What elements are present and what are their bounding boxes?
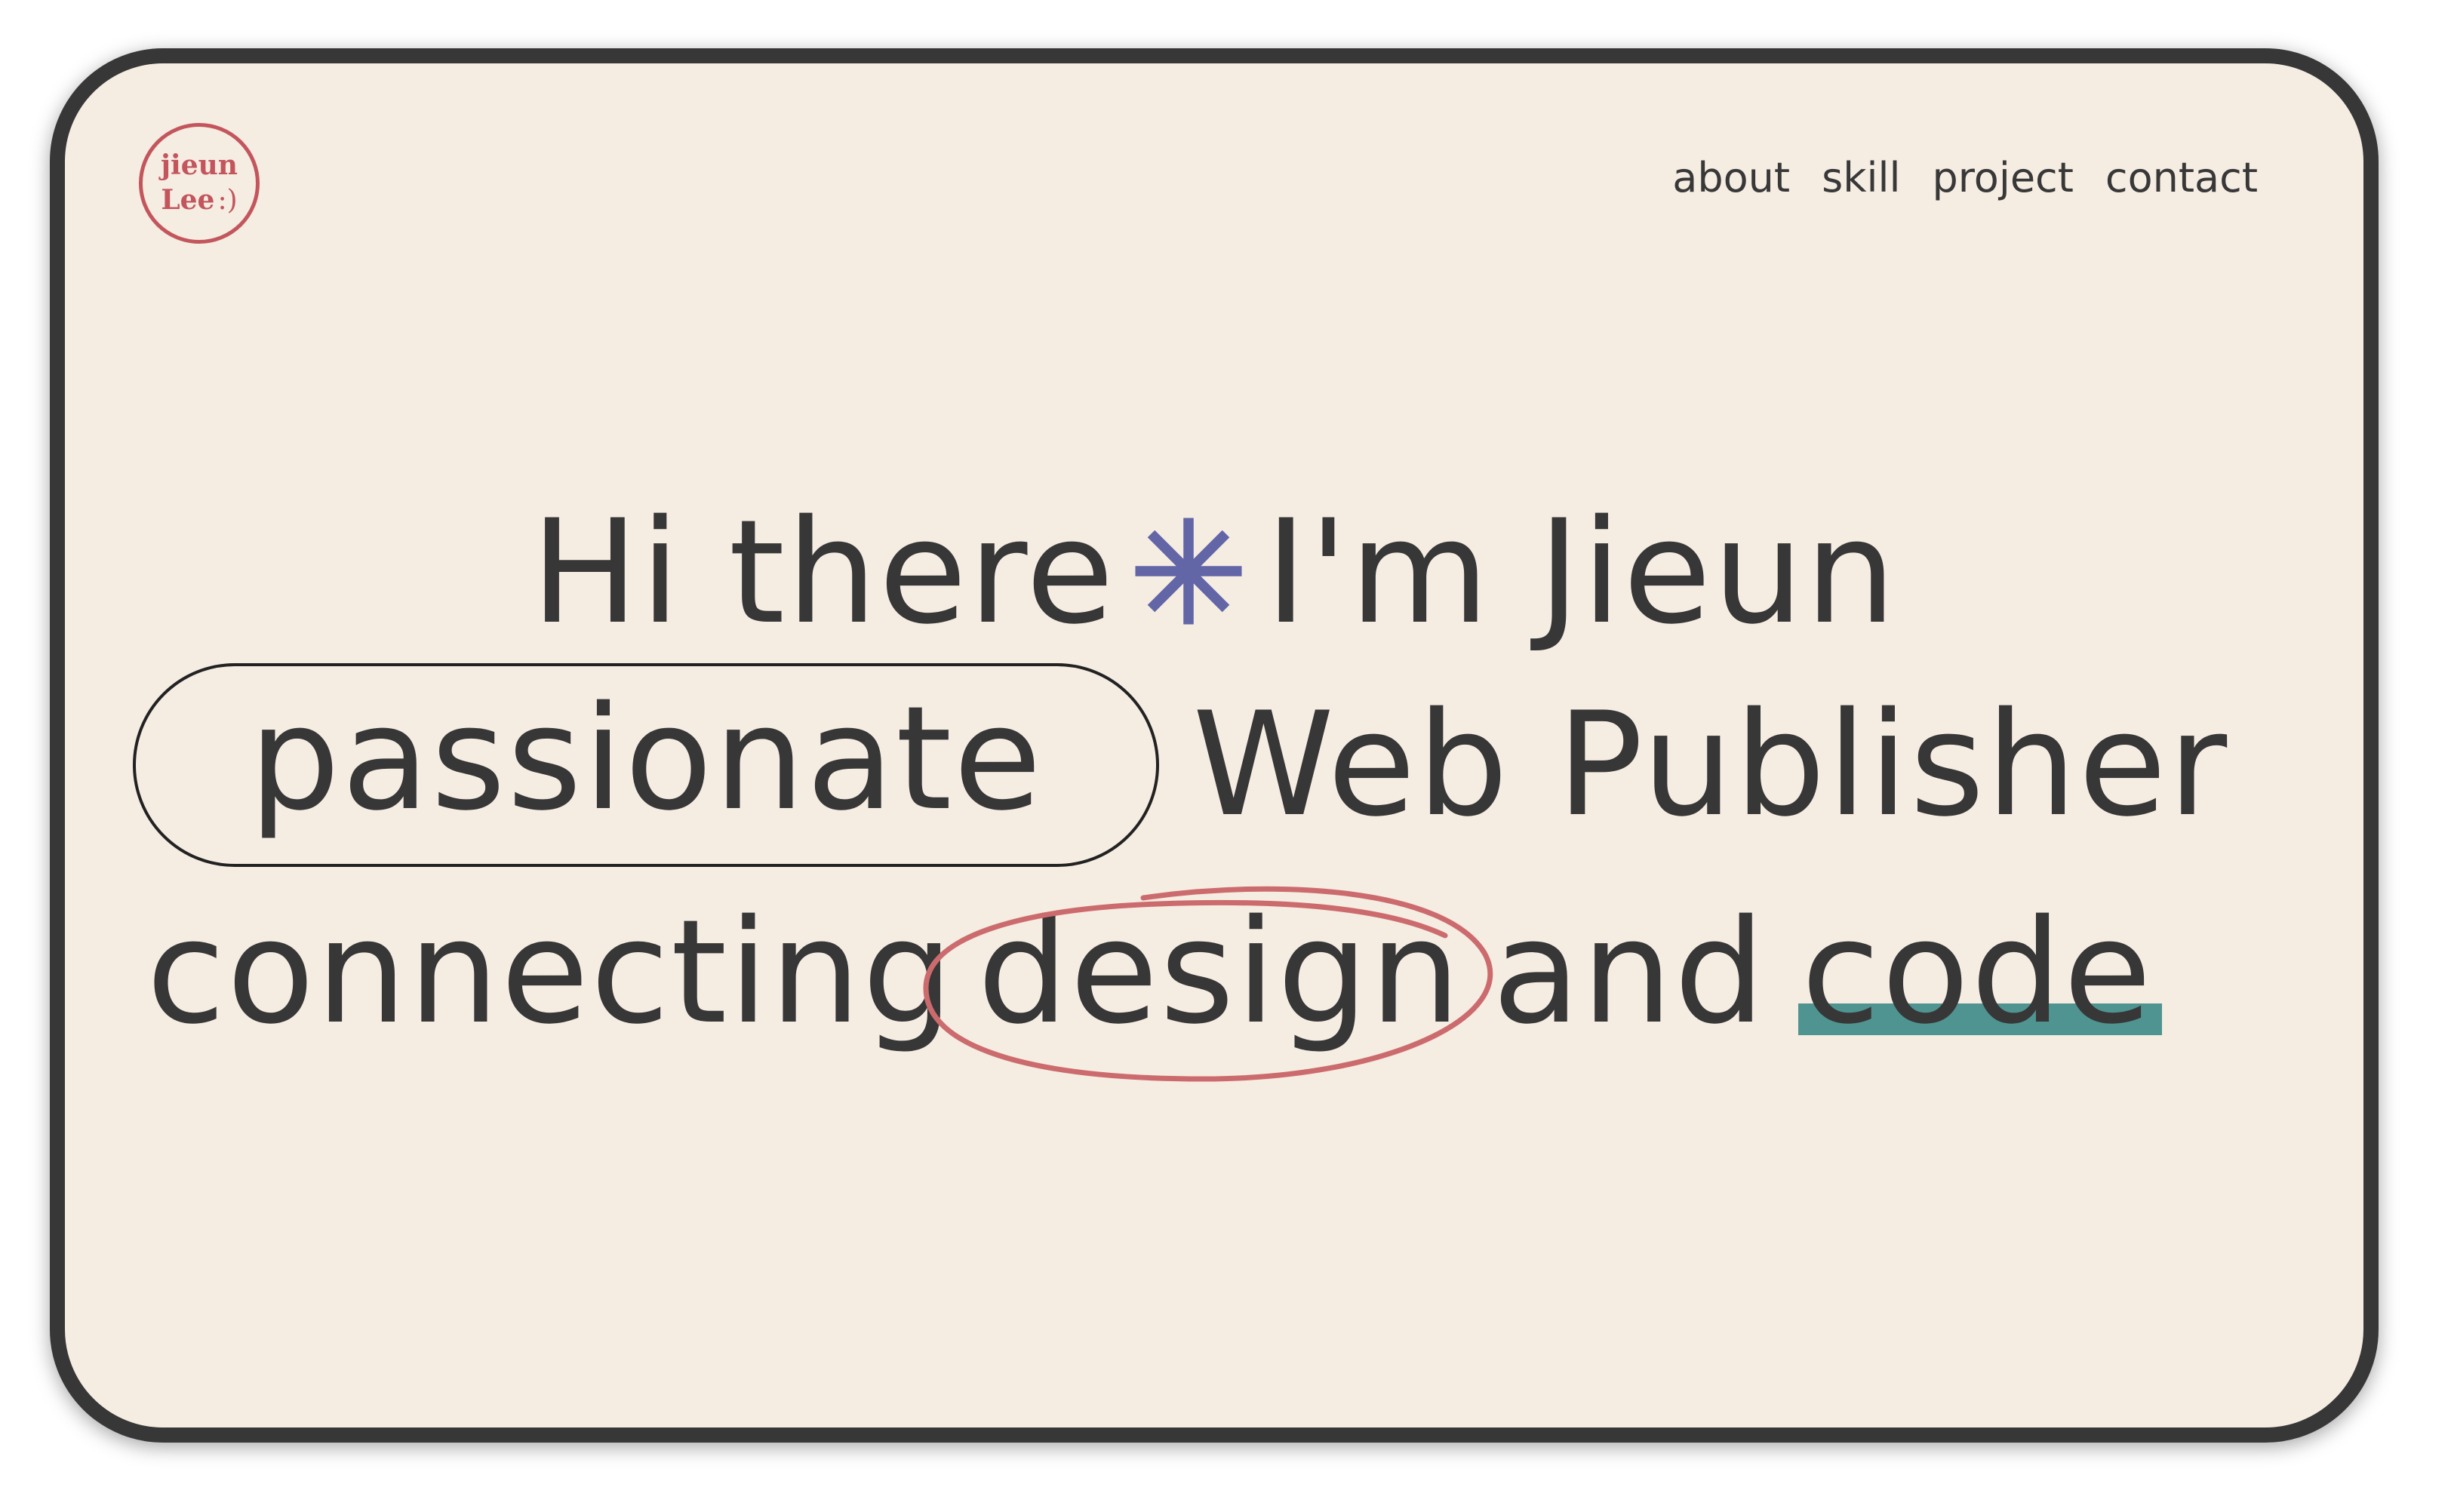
page-frame: jieun Lee:) about skill project contact … <box>50 48 2379 1443</box>
logo-line-2: Lee:) <box>143 183 256 218</box>
hero-word-and: and <box>1492 889 1767 1056</box>
circled-word: design <box>923 886 1493 1082</box>
nav-contact[interactable]: contact <box>2105 154 2258 201</box>
hand-drawn-circle <box>923 886 1493 1082</box>
hero-word-connecting: connecting <box>146 889 955 1056</box>
hero-intro: I'm Jieun <box>1265 489 1898 656</box>
logo-name: Lee <box>161 184 215 216</box>
nav-about[interactable]: about <box>1672 154 1790 201</box>
underlined-word: code <box>1798 886 2163 1059</box>
hero-line-1: Hi there I'm Jieun <box>65 486 2363 659</box>
nav-skill[interactable]: skill <box>1822 154 1900 201</box>
logo[interactable]: jieun Lee:) <box>139 123 260 244</box>
logo-line-1: jieun <box>161 149 238 181</box>
hero-line-2: passionate Web Publisher <box>133 663 2228 867</box>
main-nav: about skill project contact <box>1672 154 2258 201</box>
hero-greeting: Hi there <box>530 489 1116 656</box>
underlined-word-text: code <box>1801 889 2154 1056</box>
nav-project[interactable]: project <box>1933 154 2074 201</box>
hero-role: Web Publisher <box>1192 681 2229 848</box>
logo-smile: :) <box>217 185 238 216</box>
hero-line-3: connecting design and code <box>146 886 2163 1082</box>
asterisk-icon <box>1135 518 1242 625</box>
pill-word: passionate <box>133 663 1160 867</box>
